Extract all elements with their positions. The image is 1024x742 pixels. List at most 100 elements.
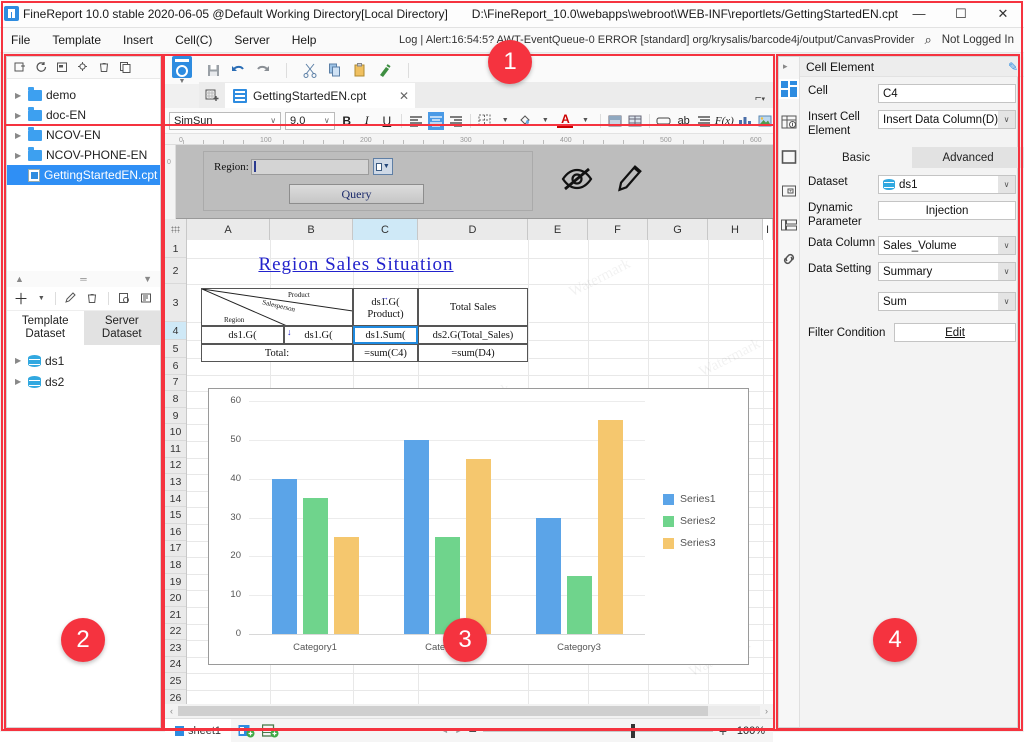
tab-template-dataset[interactable]: Template Dataset [7,311,84,345]
tree-node-demo[interactable]: ▶ demo [7,85,160,105]
widget-icon[interactable] [656,112,672,130]
chart-icon[interactable] [737,112,753,130]
font-color-icon[interactable]: A [557,112,574,128]
log-alert-text[interactable]: Log | Alert:16:54:5? AWT-EventQueue-0 ER… [399,34,914,46]
insert-cell-element-select[interactable]: Insert Data Column(D) ∨ [878,110,1017,129]
row-header-20[interactable]: 20 [165,590,186,607]
dataset-select[interactable]: ds1 ∨ [878,175,1017,194]
cell-element-icon[interactable] [779,79,799,99]
italic-button[interactable]: I [359,112,375,130]
column-header-D[interactable]: D [418,219,528,240]
delete-icon[interactable] [86,292,99,306]
chevron-down-icon[interactable]: ▼ [497,112,513,130]
dataset-item-ds2[interactable]: ▶ ds2 [7,371,160,392]
row-header-6[interactable]: 6 [165,358,186,375]
row-header-17[interactable]: 17 [165,541,186,558]
scroll-thumb[interactable] [178,706,708,716]
row-header-26[interactable]: 26 [165,690,186,704]
font-family-select[interactable]: SimSun ∨ [169,111,282,130]
chevron-right-icon[interactable]: ▶ [15,356,24,365]
chevron-down-icon[interactable]: ∨ [998,237,1016,254]
prev-sheet-icon[interactable]: ◄ [441,726,449,735]
scroll-track[interactable] [178,706,760,716]
refresh-icon[interactable] [34,61,48,75]
summary-function-select[interactable]: Sum ∨ [878,292,1017,311]
row-header-15[interactable]: 15 [165,507,186,524]
scroll-right-icon[interactable]: › [760,706,773,716]
cell-B4[interactable]: ds1.G( [284,326,353,344]
legend-item[interactable]: Series2 [663,515,716,527]
paste-icon[interactable] [352,62,368,78]
row-header-1[interactable]: 1 [165,240,186,258]
image-icon[interactable] [757,112,773,130]
tab-basic[interactable]: Basic [800,147,913,168]
row-header-13[interactable]: 13 [165,474,186,491]
new-template-icon[interactable] [199,83,225,108]
row-header-19[interactable]: 19 [165,574,186,591]
menu-item-cell[interactable]: Cell(C) [164,30,223,50]
cell-C3[interactable]: → ds1.G(Product) [353,288,418,326]
align-left-icon[interactable] [408,112,424,130]
legend-item[interactable]: Series3 [663,537,716,549]
row-header-5[interactable]: 5 [165,340,186,358]
ab-icon[interactable]: ab [676,112,692,130]
row-header-14[interactable]: 14 [165,491,186,508]
zoom-slider-thumb[interactable] [630,723,635,738]
pencil-icon[interactable] [614,162,647,201]
row-header-3[interactable]: 3 [165,284,186,322]
template-tab[interactable]: GettingStartedEN.cpt ✕ [225,83,415,108]
align-right-icon[interactable] [448,112,464,130]
new-folder-icon[interactable] [13,61,27,75]
scroll-left-icon[interactable]: ‹ [165,706,178,716]
preview-icon[interactable]: ▼ [165,50,199,90]
tab-server-dataset[interactable]: Server Dataset [83,311,160,345]
cell-A4[interactable]: ds1.G( [201,326,284,344]
cell-C5[interactable]: =sum(C4) [353,344,418,362]
chevron-down-icon[interactable]: ∨ [998,293,1016,310]
hyperlink-icon[interactable] [779,249,799,269]
chart-bar[interactable] [403,439,429,634]
select-all-corner[interactable] [165,219,187,240]
underline-button[interactable]: U [379,112,395,130]
settings-icon[interactable] [76,61,90,75]
tab-overflow-icon[interactable]: ⌐▾ [755,92,773,108]
chevron-down-icon[interactable]: ▼ [577,112,593,130]
data-column-select[interactable]: Sales_Volume ∨ [878,236,1017,255]
row-header-2[interactable]: 2 [165,258,186,284]
chevron-right-icon[interactable]: ▶ [15,111,24,120]
cut-icon[interactable] [302,62,318,78]
cell-D3[interactable]: Total Sales [418,288,528,326]
region-input[interactable] [250,158,369,175]
add-sheet-icon[interactable] [238,724,255,738]
dataset-panel-resizer[interactable]: ▲ ═ ▼ [7,271,160,287]
chart-bar[interactable] [535,517,561,634]
column-header-I[interactable]: I [763,219,773,240]
report-icon[interactable] [55,61,69,75]
chart-bar[interactable] [333,536,359,634]
minimize-icon[interactable]: — [898,0,940,28]
row-header-16[interactable]: 16 [165,524,186,541]
cell-D4[interactable]: ds2.G(Total_Sales) [418,326,528,344]
row-header-23[interactable]: 23 [165,640,186,657]
undo-icon[interactable] [230,62,246,78]
collapse-panel-icon[interactable]: ▸ [783,61,788,72]
bold-button[interactable]: B [339,112,355,130]
zoom-slider[interactable] [482,723,713,738]
split-cells-icon[interactable] [627,112,643,130]
query-button[interactable]: Query [289,184,424,204]
cell-D5[interactable]: =sum(D4) [418,344,528,362]
cell-attribute-icon[interactable] [779,113,799,133]
menu-item-help[interactable]: Help [281,30,328,50]
search-icon[interactable]: ⌕ [924,32,931,48]
chart-bar[interactable] [271,478,297,634]
filter-edit-button[interactable]: Edit [894,323,1017,342]
row-header-18[interactable]: 18 [165,557,186,574]
column-header-C[interactable]: C [353,219,418,240]
border-icon[interactable] [779,147,799,167]
chevron-down-icon[interactable]: ∨ [268,116,278,125]
chevron-down-icon[interactable]: ∨ [998,111,1016,128]
tree-node-ncov-en[interactable]: ▶ NCOV-EN [7,125,160,145]
row-header-8[interactable]: 8 [165,391,186,408]
chart-bar[interactable] [465,459,491,634]
edit-icon[interactable] [64,292,77,306]
